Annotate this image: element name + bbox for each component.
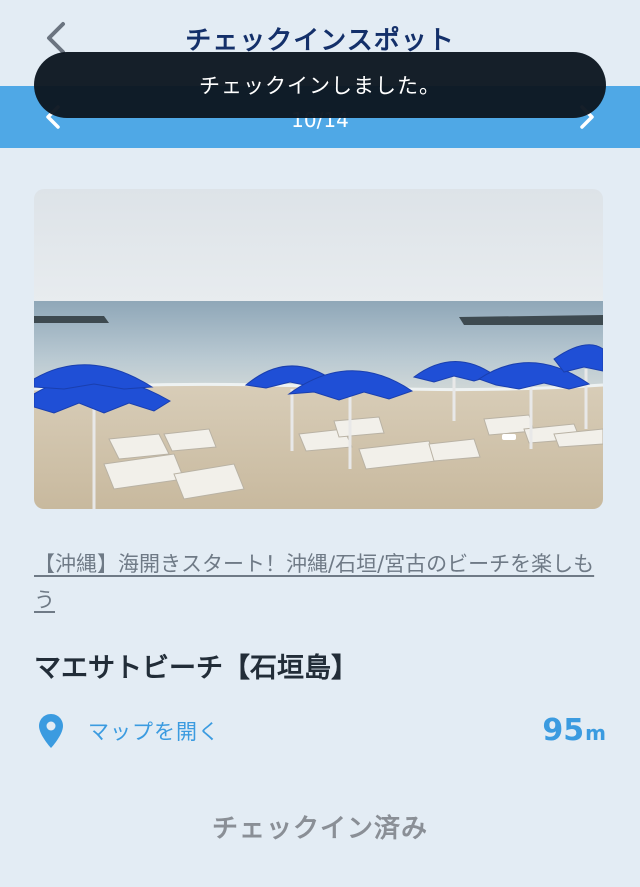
map-row: マップを開く 95 m bbox=[34, 708, 606, 754]
checkin-toast: チェックインしました。 bbox=[34, 52, 606, 118]
distance: 95 m bbox=[542, 708, 606, 754]
map-pin-icon bbox=[39, 714, 63, 748]
toast-message: チェックインしました。 bbox=[199, 74, 441, 98]
open-map-link[interactable]: マップを開く bbox=[38, 708, 220, 754]
spot-name: マエサトビーチ【石垣島】 bbox=[34, 653, 358, 684]
spot-photo bbox=[34, 189, 603, 509]
checkin-spot-screen: チェックインスポット 10/14 チェックインしました。 【沖縄】海開きスタート… bbox=[0, 0, 640, 887]
related-article-link[interactable]: 【沖縄】海開きスタート！沖縄/石垣/宮古のビーチを楽しもう bbox=[34, 546, 606, 618]
open-map-label: マップを開く bbox=[88, 720, 220, 744]
checked-in-status: チェックイン済み bbox=[211, 814, 428, 844]
distance-unit: m bbox=[585, 721, 606, 745]
distance-value: 95 bbox=[542, 713, 585, 748]
